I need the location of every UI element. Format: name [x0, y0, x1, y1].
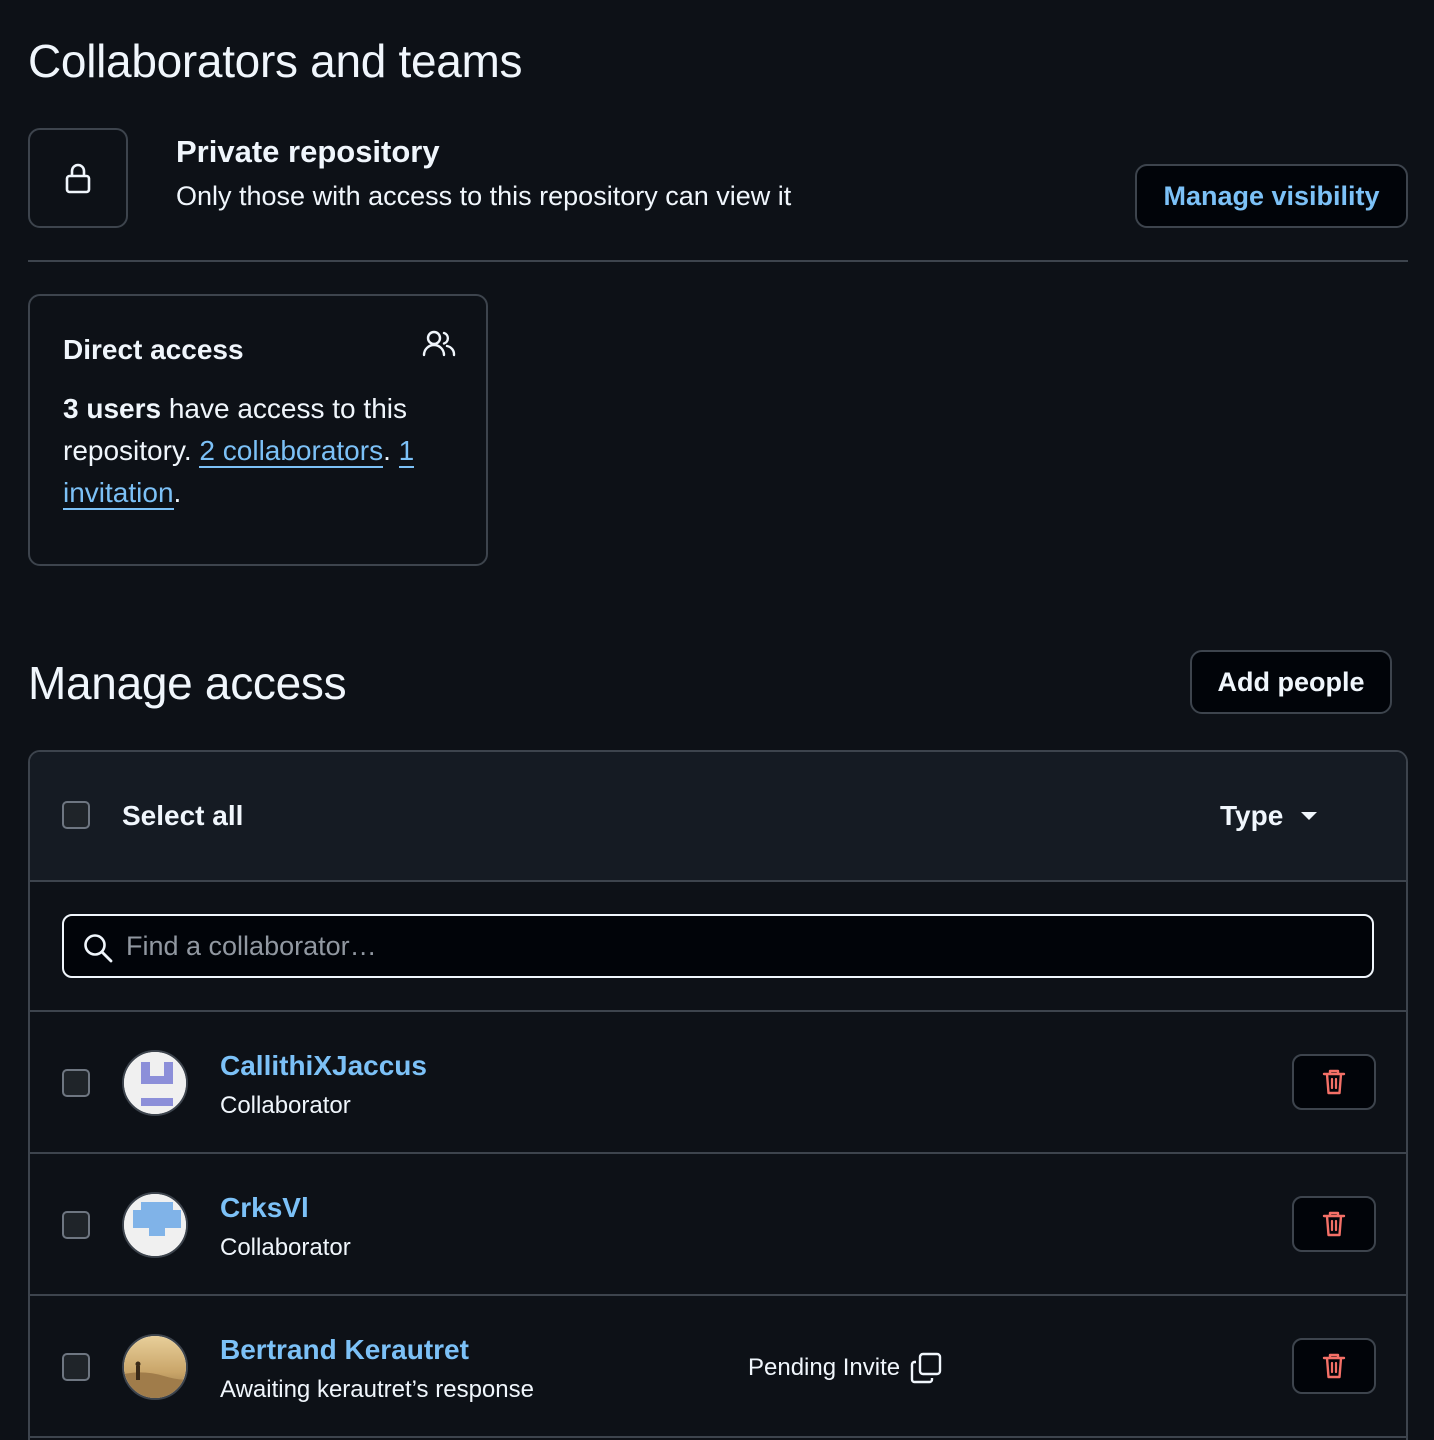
photo-avatar-icon: [124, 1336, 186, 1398]
lock-icon: [65, 163, 91, 194]
caret-down-icon: [1301, 812, 1318, 820]
remove-member-button[interactable]: [1292, 1196, 1376, 1252]
trash-icon: [1322, 1069, 1346, 1095]
avatar[interactable]: [122, 1192, 188, 1258]
search-input[interactable]: [126, 916, 1356, 976]
visibility-description: Only those with access to this repositor…: [176, 181, 792, 211]
direct-access-card: Direct access 3 users have access to thi…: [28, 294, 488, 566]
lock-icon-box: [28, 128, 128, 228]
row-checkbox[interactable]: [62, 1353, 90, 1381]
select-all-label: Select all: [122, 800, 244, 831]
member-role: Collaborator: [220, 1092, 351, 1119]
member-name[interactable]: CallithiXJaccus: [220, 1050, 427, 1082]
identicon-avatar-icon: [124, 1194, 186, 1256]
collaborator-search: [62, 914, 1374, 978]
search-icon: [84, 934, 113, 963]
avatar[interactable]: [122, 1050, 188, 1116]
table-row: CallithiXJaccus Collaborator: [30, 1012, 1406, 1154]
user-count: 3 users: [63, 393, 162, 424]
pending-invite-label: Pending Invite: [748, 1354, 901, 1381]
row-checkbox[interactable]: [62, 1069, 90, 1097]
copy-icon[interactable]: [910, 1352, 942, 1384]
search-row: [30, 882, 1406, 1012]
manage-visibility-button[interactable]: Manage visibility: [1135, 164, 1408, 228]
select-all-checkbox[interactable]: [62, 801, 90, 829]
collaborators-link[interactable]: 2 collaborators: [199, 435, 384, 468]
pending-invite: Pending Invite: [748, 1352, 942, 1384]
collaborators-page: Collaborators and teams Private reposito…: [0, 0, 1434, 1440]
manage-access-title: Manage access: [28, 657, 347, 709]
table-row: CrksVl Collaborator: [30, 1154, 1406, 1296]
member-role: Collaborator: [220, 1234, 351, 1261]
add-people-button[interactable]: Add people: [1190, 650, 1392, 714]
page-title: Collaborators and teams: [28, 35, 523, 87]
table-row: Bertrand Kerautret Awaiting kerautret’s …: [30, 1296, 1406, 1438]
avatar[interactable]: [122, 1334, 188, 1400]
cancel-invite-button[interactable]: [1292, 1338, 1376, 1394]
direct-access-summary: 3 users have access to this repository. …: [63, 388, 463, 514]
summary-separator: .: [383, 435, 399, 466]
identicon-avatar-icon: [124, 1052, 186, 1114]
member-name[interactable]: Bertrand Kerautret: [220, 1334, 469, 1366]
people-icon: [422, 330, 456, 357]
member-role: Awaiting kerautret’s response: [220, 1376, 534, 1403]
trash-icon: [1322, 1211, 1346, 1237]
visibility-title: Private repository: [176, 134, 440, 169]
type-filter-label: Type: [1220, 800, 1284, 831]
collaborator-table: Select all Type Find a collaborator… Cal…: [28, 750, 1408, 1440]
row-checkbox[interactable]: [62, 1211, 90, 1239]
type-filter-dropdown[interactable]: Type: [1220, 800, 1318, 832]
table-header: Select all Type: [30, 752, 1406, 882]
summary-end: .: [173, 477, 182, 508]
remove-member-button[interactable]: [1292, 1054, 1376, 1110]
direct-access-title: Direct access: [63, 334, 244, 365]
section-divider: [28, 260, 1408, 262]
member-name[interactable]: CrksVl: [220, 1192, 309, 1224]
trash-icon: [1322, 1353, 1346, 1379]
